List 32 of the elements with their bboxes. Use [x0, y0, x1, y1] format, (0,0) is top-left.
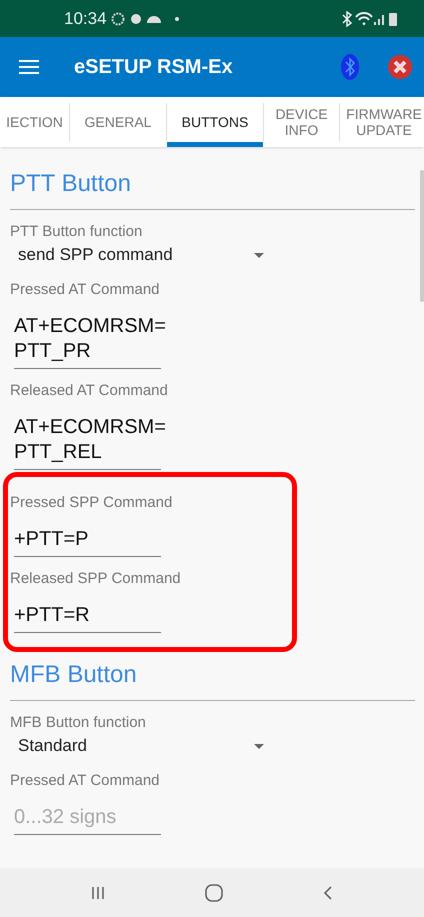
field-label: Released SPP Command: [10, 569, 182, 589]
caret-icon: [254, 252, 264, 258]
field-label: MFB Button function: [10, 713, 147, 733]
close-icon[interactable]: [387, 54, 413, 80]
field-label: Released AT Command: [10, 381, 169, 401]
tab[interactable]: DEVICE INFO: [264, 97, 339, 147]
ring-icon: [110, 12, 125, 26]
field-label: Pressed AT Command: [10, 771, 161, 791]
weather-icon: [146, 14, 161, 22]
section-title: MFB Button: [10, 660, 138, 690]
system-icons: [340, 10, 400, 26]
tab[interactable]: GENERAL: [70, 97, 166, 147]
status-time: 10:34: [64, 8, 107, 30]
field-label: Pressed AT Command: [10, 280, 161, 300]
input-field[interactable]: +PTT=P: [14, 527, 161, 557]
tab[interactable]: BUTTONS: [167, 97, 263, 147]
field-label: Pressed SPP Command: [10, 493, 174, 513]
recent-apps-icon[interactable]: [90, 884, 106, 900]
bluetooth-icon[interactable]: [340, 54, 360, 80]
section-title: PTT Button: [10, 169, 132, 199]
dot-icon: [174, 16, 179, 20]
app-title: eSETUP RSM-Ex: [74, 55, 233, 80]
home-icon[interactable]: [204, 884, 223, 902]
menu-icon[interactable]: [19, 60, 39, 74]
dropdown[interactable]: Standard: [10, 733, 264, 759]
field-label: PTT Button function: [10, 222, 144, 242]
tab[interactable]: IECTION: [0, 97, 69, 147]
tab[interactable]: FIRMWARE UPDATE: [340, 97, 424, 147]
input-field[interactable]: +PTT=R: [14, 603, 161, 633]
back-icon[interactable]: [322, 884, 334, 900]
dropdown[interactable]: send SPP command: [10, 242, 264, 268]
caret-icon: [254, 744, 264, 748]
